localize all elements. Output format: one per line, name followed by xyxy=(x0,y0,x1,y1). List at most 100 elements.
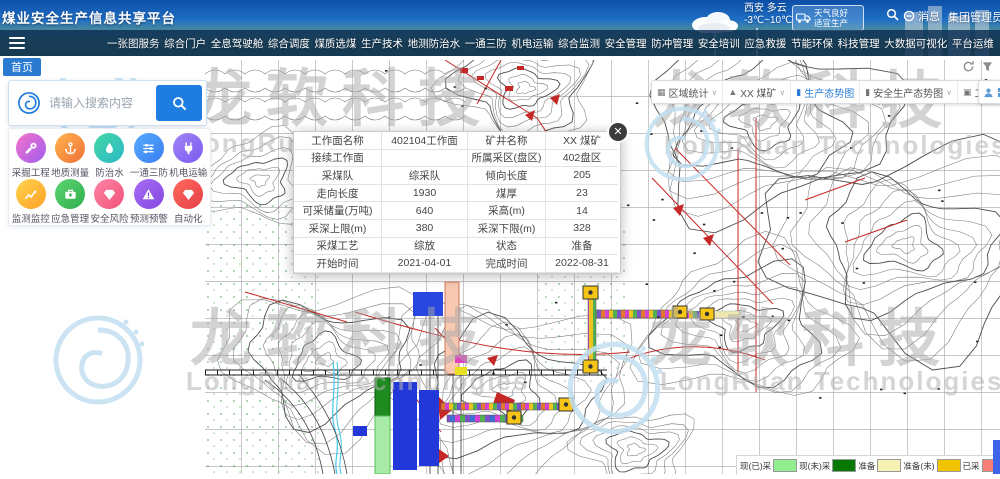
popup-value: 328 xyxy=(546,220,618,238)
gem-icon xyxy=(173,179,203,209)
legend-swatch xyxy=(832,459,856,472)
nav-item-9[interactable]: 综合监测 xyxy=(558,36,600,51)
longruan-logo-icon xyxy=(17,91,41,115)
message-icon xyxy=(903,10,915,22)
nav-item-10[interactable]: 安全管理 xyxy=(605,36,647,51)
truck-icon xyxy=(796,12,811,24)
nav-item-11[interactable]: 防冲管理 xyxy=(651,36,693,51)
page-title: 煤业安全生产信息共享平台 xyxy=(2,7,176,27)
nav-item-0[interactable]: 一张图服务 xyxy=(107,36,160,51)
popup-value: 2021-04-01 xyxy=(382,255,468,273)
weather-status-badge: 天气良好 适宜生产 xyxy=(792,5,864,31)
safety-situation-button[interactable]: ▮ 安全生产态势图 ∨ xyxy=(859,81,957,103)
menu-icon[interactable] xyxy=(9,34,25,52)
app-automation[interactable]: 自动化 xyxy=(169,179,208,225)
app-mining-engineering[interactable]: 采掘工程 xyxy=(11,133,50,179)
popup-value: 402104工作面 xyxy=(382,132,468,150)
nav-item-17[interactable]: 平台运维 xyxy=(952,36,994,51)
app-grid: 采掘工程 地质测量 防治水 一通三防 机电运输 监测监控 应急管理 安全风险 xyxy=(8,128,211,226)
mine-select-button[interactable]: ▲ XX 煤矿 ∨ xyxy=(722,81,790,103)
legend-item: 准备 xyxy=(858,459,901,472)
map-toolbar: ▦ 区域统计 ∨ ▲ XX 煤矿 ∨ ▮ 生产态势图 ▮ 安全生产态势图 ∨ ▣… xyxy=(651,80,1000,104)
nav-item-6[interactable]: 地测防治水 xyxy=(408,36,461,51)
popup-label: 完成时间 xyxy=(468,255,546,273)
nav-item-15[interactable]: 科技管理 xyxy=(838,36,880,51)
droplet-icon xyxy=(94,133,124,163)
toolbox-icon: ▣ xyxy=(963,87,972,98)
nav-item-13[interactable]: 应急救援 xyxy=(744,36,786,51)
nav-item-5[interactable]: 生产技术 xyxy=(361,36,403,51)
popup-value: XX 煤矿 xyxy=(546,132,618,150)
search-button[interactable] xyxy=(156,85,202,121)
popup-label: 开始时间 xyxy=(294,255,382,273)
wrench-icon xyxy=(16,133,46,163)
popup-label: 走向长度 xyxy=(294,185,382,203)
popup-label: 采高(m) xyxy=(468,202,546,220)
bar-chart-icon: ▮ xyxy=(796,87,801,98)
search-input[interactable] xyxy=(47,95,156,111)
chart-icon xyxy=(16,179,46,209)
user-menu[interactable]: 集团管理员 xyxy=(948,9,1000,25)
popup-label: 倾向长度 xyxy=(468,167,546,185)
popup-label: 状态 xyxy=(468,238,546,256)
gem-icon xyxy=(94,179,124,209)
app-emergency[interactable]: 应急管理 xyxy=(50,179,89,225)
app-safety-risk[interactable]: 安全风险 xyxy=(90,179,129,225)
app-geological-survey[interactable]: 地质测量 xyxy=(50,133,89,179)
app-water-control[interactable]: 防治水 xyxy=(90,133,129,179)
filter-icon[interactable] xyxy=(981,60,994,73)
anchor-icon xyxy=(55,133,85,163)
grid-icon: ▦ xyxy=(657,87,666,98)
legend-swatch xyxy=(937,459,961,472)
bar-chart-icon: ▮ xyxy=(865,87,870,98)
chevron-down-icon: ∨ xyxy=(779,88,785,97)
nav-item-2[interactable]: 全息驾驶舱 xyxy=(211,36,264,51)
popup-label: 采煤队 xyxy=(294,167,382,185)
nav-item-14[interactable]: 节能环保 xyxy=(791,36,833,51)
popup-value: 640 xyxy=(382,202,468,220)
nav-item-12[interactable]: 安全培训 xyxy=(698,36,740,51)
search-panel xyxy=(8,80,207,126)
nav-item-4[interactable]: 煤质选煤 xyxy=(314,36,356,51)
chevron-down-icon: ∨ xyxy=(712,88,718,97)
nav-item-8[interactable]: 机电运输 xyxy=(511,36,553,51)
popup-value: 2022-08-31 xyxy=(546,255,618,273)
app-ventilation[interactable]: 一通三防 xyxy=(129,133,168,179)
tab-home[interactable]: 首页 xyxy=(3,58,41,76)
nav-item-7[interactable]: 一通三防 xyxy=(465,36,507,51)
region-stats-button[interactable]: ▦ 区域统计 ∨ xyxy=(652,81,722,103)
app-forecast-warning[interactable]: 预测预警 xyxy=(129,179,168,225)
nav-item-1[interactable]: 综合门户 xyxy=(164,36,206,51)
map-mini-toolbar xyxy=(978,80,1000,104)
production-situation-button[interactable]: ▮ 生产态势图 xyxy=(790,81,859,103)
plug-icon xyxy=(173,133,203,163)
nav-item-list: 一张图服务 综合门户 全息驾驶舱 综合调度 煤质选煤 生产技术 地测防治水 一通… xyxy=(107,36,994,51)
workface-info-popup: 工作面名称 402104工作面 矿井名称 XX 煤矿 接续工作面 所属采区(盘区… xyxy=(293,131,621,274)
sliders-icon xyxy=(134,133,164,163)
popup-label: 所属采区(盘区) xyxy=(468,150,546,168)
refresh-icon[interactable] xyxy=(962,60,975,73)
popup-value xyxy=(382,150,468,168)
weather-text: 西安 多云 -3℃~10℃ xyxy=(744,3,792,27)
close-icon[interactable]: ✕ xyxy=(609,123,627,141)
warning-icon xyxy=(134,179,164,209)
popup-value: 23 xyxy=(546,185,618,203)
user-view-icon[interactable] xyxy=(983,87,994,98)
app-electromechanical[interactable]: 机电运输 xyxy=(169,133,208,179)
main-nav: 一张图服务 综合门户 全息驾驶舱 综合调度 煤质选煤 生产技术 地测防治水 一通… xyxy=(0,30,1000,56)
legend-item: 现(已)采 xyxy=(740,459,797,472)
chevron-down-icon: ∨ xyxy=(946,88,952,97)
popup-label: 采煤工艺 xyxy=(294,238,382,256)
popup-label: 接续工作面 xyxy=(294,150,382,168)
nav-item-3[interactable]: 综合调度 xyxy=(268,36,310,51)
popup-label: 煤厚 xyxy=(468,185,546,203)
nav-item-16[interactable]: 大数据可视化 xyxy=(884,36,947,51)
search-icon[interactable] xyxy=(886,8,899,21)
popup-value: 205 xyxy=(546,167,618,185)
popup-label: 可采储量(万吨) xyxy=(294,202,382,220)
messages-button[interactable]: 消息 xyxy=(903,8,940,24)
popup-label: 采深上限(m) xyxy=(294,220,382,238)
popup-value: 14 xyxy=(546,202,618,220)
app-monitoring[interactable]: 监测监控 xyxy=(11,179,50,225)
longruan-logo-watermark xyxy=(48,310,148,410)
